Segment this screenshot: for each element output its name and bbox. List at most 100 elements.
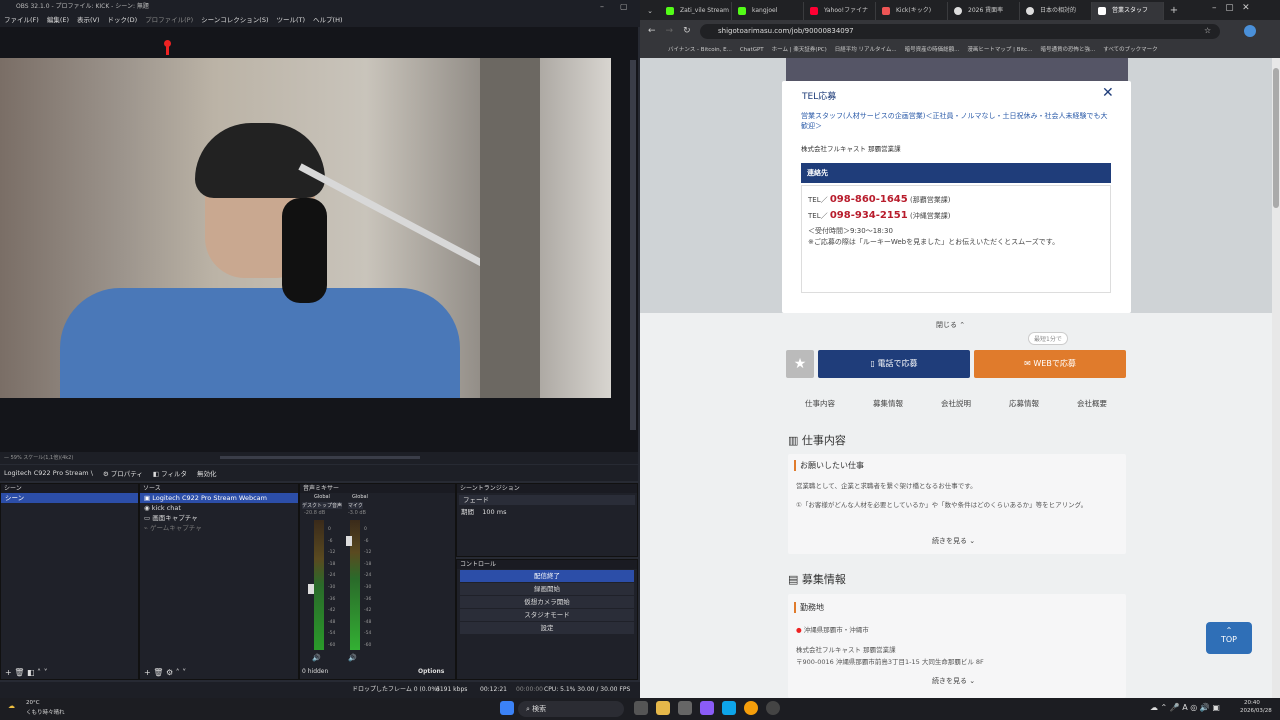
task-view-icon[interactable] xyxy=(634,701,648,715)
duration-input[interactable]: 100 ms xyxy=(482,508,506,516)
pin-icon: ● xyxy=(796,626,802,634)
tab-active-job[interactable]: 営業スタッフ xyxy=(1092,2,1164,20)
webcam-feed[interactable] xyxy=(0,58,611,398)
menu-scene-collection[interactable]: シーンコレクション(S) xyxy=(201,13,268,27)
bookmark-star-icon[interactable]: ☆ xyxy=(1204,26,1211,35)
studio-mode-button[interactable]: スタジオモード xyxy=(460,609,634,621)
menu-dock[interactable]: ドック(D) xyxy=(108,13,138,27)
meter-scale-tick: -18 xyxy=(328,561,336,567)
reload-icon[interactable]: ↻ xyxy=(683,26,691,36)
menu-edit[interactable]: 編集(E) xyxy=(47,13,69,27)
scene-add-remove-icons[interactable]: + 🗑 ◧ ˄ ˅ xyxy=(5,668,48,677)
tab-kangjoel[interactable]: kangjoel xyxy=(732,2,804,20)
file-explorer-icon[interactable] xyxy=(656,701,670,715)
nav-company-overview[interactable]: 会社概要 xyxy=(1077,398,1107,409)
mixer-channel-mic[interactable]: マイク xyxy=(348,502,363,509)
bookmark-fear-greed[interactable]: 暗号通貨の恐怖と強... xyxy=(1040,42,1095,58)
start-virtual-camera-button[interactable]: 仮想カメラ開始 xyxy=(460,596,634,608)
start-recording-button[interactable]: 録画開始 xyxy=(460,583,634,595)
read-more-2[interactable]: 続きを見る ⌄ xyxy=(932,676,975,686)
system-tray-icons[interactable]: ☁ ⌃ 🎤 A ◎ 🔊 ▣ xyxy=(1150,703,1220,712)
speaker-icon[interactable]: 🔊 xyxy=(312,654,321,662)
nav-recruit-info[interactable]: 募集情報 xyxy=(873,398,903,409)
menu-profile[interactable]: プロファイル(P) xyxy=(145,13,193,27)
fader-desktop[interactable] xyxy=(308,584,314,594)
meter-scale-tick: -36 xyxy=(364,596,372,602)
address-bar[interactable]: shigotoarimasu.com/job/90000834097 xyxy=(700,24,1220,39)
modal-contact-header: 連絡先 xyxy=(801,163,1111,183)
tab-kick[interactable]: Kick(キック) xyxy=(876,2,948,20)
bookmark-binance[interactable]: バイナンス - Bitcoin, E... xyxy=(668,42,732,58)
bookmark-crypto-cap[interactable]: 暗号資産の時価総額... xyxy=(905,42,960,58)
minimize-icon[interactable]: – xyxy=(600,0,604,13)
disable-button[interactable]: 無効化 xyxy=(197,468,217,478)
store-icon[interactable] xyxy=(678,701,692,715)
bookmark-all[interactable]: すべてのブックマーク xyxy=(1103,42,1157,58)
tab-search-icon[interactable]: ⌄ xyxy=(640,2,660,20)
mixer-options-button[interactable]: Options xyxy=(418,668,444,675)
menu-tools[interactable]: ツール(T) xyxy=(276,13,305,27)
tab-2026[interactable]: 2026 賃面率 xyxy=(948,2,1020,20)
bookmark-rakuten[interactable]: ホーム | 楽天証券(PC) xyxy=(772,42,827,58)
nav-apply-info[interactable]: 応募情報 xyxy=(1009,398,1039,409)
chrome-icon[interactable] xyxy=(744,701,758,715)
web-apply-button[interactable]: ✉ WEBで応募 xyxy=(974,350,1126,378)
back-icon[interactable]: ← xyxy=(648,26,656,36)
modal-job-title[interactable]: 営業スタッフ(人材サービスの企画営業)＜正社員・ノルマなし・土日祝休み・社会人未… xyxy=(801,111,1113,131)
bookmark-chatgpt[interactable]: ChatGPT xyxy=(740,42,764,58)
read-more-1[interactable]: 続きを見る ⌄ xyxy=(932,536,975,546)
kick-icon xyxy=(738,7,746,15)
tel-number-1[interactable]: 098-860-1645 xyxy=(830,194,908,205)
filters-button[interactable]: ◧ フィルタ xyxy=(153,468,187,478)
source-item-screen[interactable]: ▭ 画面キャプチャ xyxy=(140,513,298,523)
settings-button[interactable]: 設定 xyxy=(460,622,634,634)
source-label: Logitech C922 Pro Stream Webcam xyxy=(152,494,267,502)
properties-button[interactable]: ⚙ プロパティ xyxy=(103,468,143,478)
menu-help[interactable]: ヘルプ(H) xyxy=(313,13,342,27)
bookmark-heatmap[interactable]: 漫画ヒートマップ | Bitc... xyxy=(967,42,1032,58)
tel-number-2[interactable]: 098-934-2151 xyxy=(830,210,908,221)
fader-mic[interactable] xyxy=(346,536,352,546)
favorite-star-button[interactable]: ★ xyxy=(786,350,814,378)
nav-job-content[interactable]: 仕事内容 xyxy=(805,398,835,409)
tab-japan[interactable]: 日本の相対的 xyxy=(1020,2,1092,20)
source-item-kick-chat[interactable]: ◉ kick chat xyxy=(140,503,298,513)
obs-status-bar: ドロップしたフレーム 0 (0.0%) 6191 kbps 00:12:21 0… xyxy=(0,682,640,698)
weather-icon[interactable]: ☁ xyxy=(8,702,15,710)
meter-scale-tick: 0 xyxy=(328,527,331,532)
preview-scrollbar[interactable] xyxy=(630,60,636,430)
stop-stream-button[interactable]: 配信終了 xyxy=(460,570,634,582)
window-controls[interactable]: – ▢ ✕ xyxy=(1212,3,1250,13)
close-more-link[interactable]: 閉じる ⌃ xyxy=(936,320,965,330)
obs-icon[interactable] xyxy=(766,701,780,715)
modal-close-icon[interactable]: ✕ xyxy=(1102,85,1114,101)
menu-file[interactable]: ファイル(F) xyxy=(4,13,39,27)
controls-dock: コントロール 配信終了 録画開始 仮想カメラ開始 スタジオモード 設定 xyxy=(456,559,638,680)
source-item-webcam[interactable]: ▣ Logitech C922 Pro Stream Webcam xyxy=(140,493,298,503)
edge-icon[interactable] xyxy=(722,701,736,715)
speaker-icon-mic[interactable]: 🔊 xyxy=(348,654,357,662)
mixer-channel-desktop[interactable]: デスクトップ音声 xyxy=(302,502,343,509)
forward-icon[interactable]: → xyxy=(666,26,674,36)
h-scrollbar[interactable] xyxy=(220,456,420,459)
tab-zati[interactable]: Zati_vile Stream xyxy=(660,2,732,20)
back-to-top-button[interactable]: ⌃ TOP xyxy=(1206,622,1252,654)
scene-item[interactable]: シーン xyxy=(1,493,138,503)
source-add-remove-icons[interactable]: + 🗑 ⚙ ˄ ˅ xyxy=(144,668,186,677)
maximize-icon[interactable]: ▢ xyxy=(620,0,628,13)
taskbar-search[interactable]: ⌕ 検索 xyxy=(518,701,624,717)
source-item-game[interactable]: ⌁ ゲームキャプチャ xyxy=(140,523,298,533)
page-scrollbar[interactable] xyxy=(1272,58,1280,698)
app-icon[interactable] xyxy=(700,701,714,715)
profile-avatar[interactable] xyxy=(1244,25,1256,37)
bookmark-nikkei[interactable]: 日経平均 リアルタイム... xyxy=(835,42,897,58)
location-line-1: ● 沖縄県那覇市・沖縄市 xyxy=(796,624,869,634)
scroll-thumb[interactable] xyxy=(1273,68,1279,208)
start-icon[interactable] xyxy=(500,701,514,715)
new-tab-icon[interactable]: + xyxy=(1164,2,1184,20)
nav-company-desc[interactable]: 会社説明 xyxy=(941,398,971,409)
tab-yahoo[interactable]: Yahoo!ファイナ xyxy=(804,2,876,20)
tel-apply-button[interactable]: ▯ 電話で応募 xyxy=(818,350,970,378)
transition-select[interactable]: フェード xyxy=(459,495,635,505)
menu-view[interactable]: 表示(V) xyxy=(77,13,100,27)
